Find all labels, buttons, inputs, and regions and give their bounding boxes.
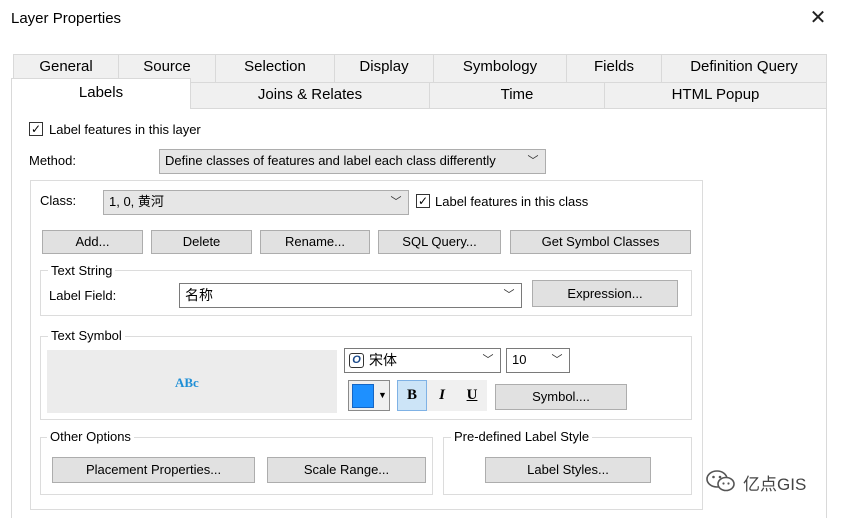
other-options-legend: Other Options — [47, 429, 134, 444]
close-icon[interactable]: ✕ — [806, 6, 830, 30]
wechat-icon — [706, 470, 735, 492]
text-string-legend: Text String — [48, 263, 116, 278]
class-select-value: 1, 0, 黄河 — [109, 194, 164, 209]
tab-html-popup[interactable]: HTML Popup — [604, 82, 827, 109]
class-label: Class: — [40, 193, 77, 208]
method-label: Method: — [29, 153, 76, 168]
chevron-down-icon: ﹀ — [390, 196, 402, 208]
color-picker[interactable]: ▼ — [348, 380, 390, 411]
get-symbol-classes-button[interactable]: Get Symbol Classes — [510, 230, 691, 254]
chevron-down-icon: ﹀ — [503, 289, 515, 301]
underline-button[interactable]: U — [457, 380, 487, 411]
placement-properties-button[interactable]: Placement Properties... — [52, 457, 255, 483]
bold-button[interactable]: B — [397, 380, 427, 411]
scale-range-button[interactable]: Scale Range... — [267, 457, 426, 483]
expression-button[interactable]: Expression... — [532, 280, 678, 307]
watermark-text: 亿点GIS — [743, 475, 807, 494]
chevron-down-icon: ﹀ — [482, 354, 494, 366]
tab-time[interactable]: Time — [429, 82, 605, 109]
tab-symbology[interactable]: Symbology — [433, 54, 567, 82]
tab-joins-relates[interactable]: Joins & Relates — [190, 82, 430, 109]
caret-down-icon: ▼ — [378, 390, 387, 400]
delete-button[interactable]: Delete — [151, 230, 252, 254]
font-value: 宋体 — [369, 352, 397, 368]
font-size-value: 10 — [512, 352, 527, 367]
label-field-value: 名称 — [185, 287, 213, 303]
class-select[interactable]: 1, 0, 黄河 ﹀ — [103, 190, 409, 215]
label-features-layer-label: Label features in this layer — [49, 122, 201, 137]
label-styles-button[interactable]: Label Styles... — [485, 457, 651, 483]
rename-button[interactable]: Rename... — [260, 230, 370, 254]
preview-text: ABc — [175, 375, 199, 390]
tab-fields[interactable]: Fields — [566, 54, 662, 82]
font-size-select[interactable]: 10 ﹀ — [506, 348, 570, 373]
symbol-button[interactable]: Symbol.... — [495, 384, 627, 410]
italic-button[interactable]: I — [427, 380, 457, 411]
color-swatch — [352, 384, 374, 408]
tab-selection[interactable]: Selection — [215, 54, 335, 82]
label-features-class-label: Label features in this class — [435, 194, 589, 209]
method-select[interactable]: Define classes of features and label eac… — [159, 149, 546, 174]
tab-display[interactable]: Display — [334, 54, 434, 82]
window-title: Layer Properties — [11, 10, 122, 27]
label-features-class-checkbox[interactable]: ✓ — [416, 194, 430, 208]
watermark: 亿点GIS — [705, 468, 835, 494]
sql-query-button[interactable]: SQL Query... — [378, 230, 501, 254]
label-field-select[interactable]: 名称 ﹀ — [179, 283, 522, 308]
font-select[interactable]: O 宋体 ﹀ — [344, 348, 501, 373]
tab-definition-query[interactable]: Definition Query — [661, 54, 827, 82]
tab-labels[interactable]: Labels — [11, 78, 191, 109]
method-select-value: Define classes of features and label eac… — [165, 153, 496, 168]
label-features-layer-checkbox[interactable]: ✓ — [29, 122, 43, 136]
font-type-icon: O — [349, 353, 364, 368]
title-bar: Layer Properties ✕ — [0, 0, 841, 38]
predefined-label-style-legend: Pre-defined Label Style — [451, 429, 593, 444]
chevron-down-icon: ﹀ — [551, 354, 563, 366]
label-field-label: Label Field: — [49, 288, 117, 303]
chevron-down-icon: ﹀ — [527, 155, 539, 167]
add-button[interactable]: Add... — [42, 230, 143, 254]
text-symbol-legend: Text Symbol — [48, 328, 125, 343]
text-symbol-preview: ABc — [47, 350, 337, 413]
